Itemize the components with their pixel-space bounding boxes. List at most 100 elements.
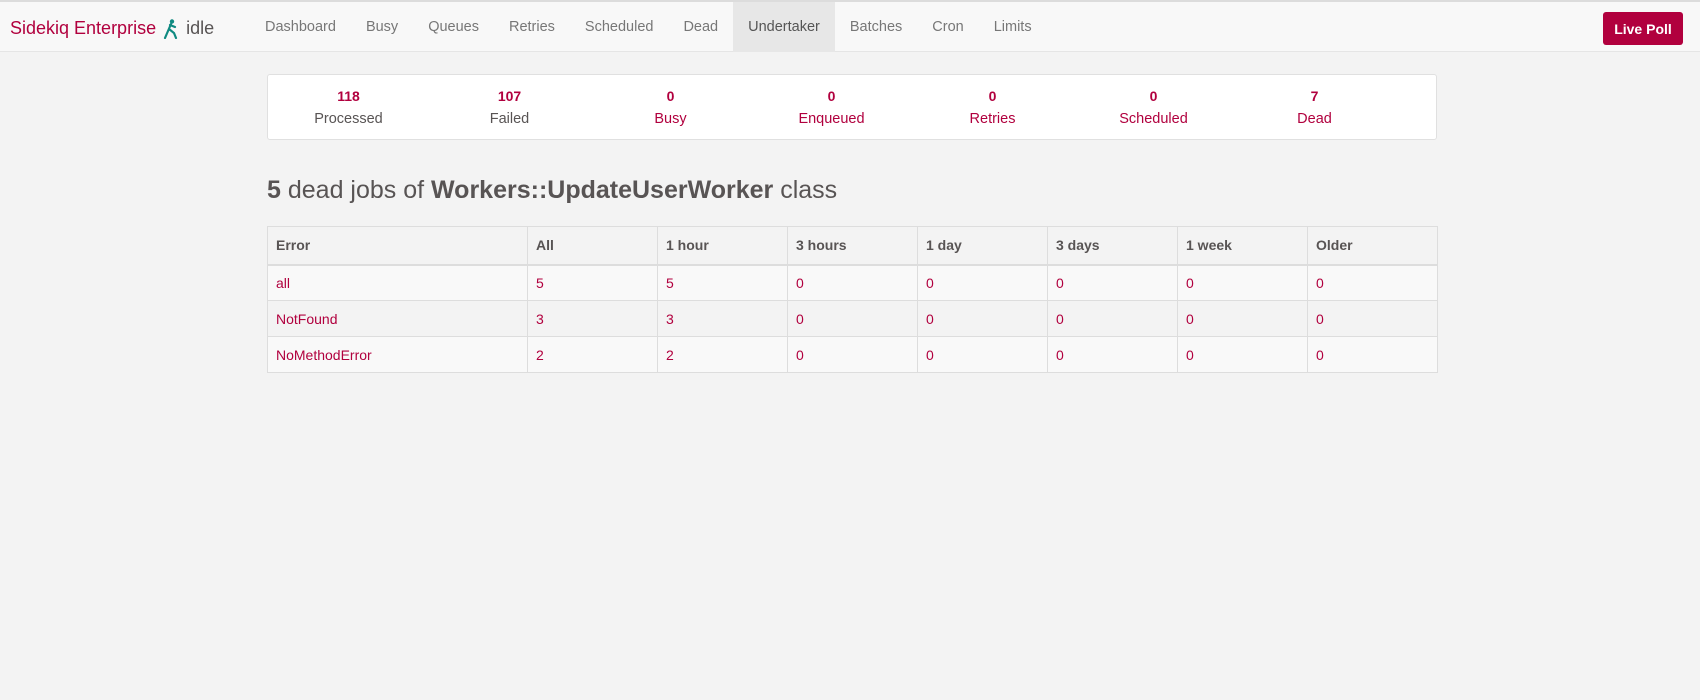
stat-count: 7 (1310, 88, 1319, 104)
nav-dead[interactable]: Dead (668, 2, 733, 52)
table-cell[interactable]: 0 (917, 336, 1048, 373)
count-link[interactable]: 0 (1316, 347, 1324, 363)
table-cell[interactable]: 0 (1307, 264, 1438, 301)
count-link[interactable]: 0 (796, 311, 804, 327)
brand-name[interactable]: Sidekiq Enterprise (10, 18, 156, 39)
count-link[interactable]: 0 (926, 347, 934, 363)
stat-label: Processed (314, 111, 383, 127)
count-link[interactable]: 0 (926, 275, 934, 291)
column-header: All (527, 226, 658, 266)
count-link[interactable]: 0 (1186, 311, 1194, 327)
stat-count: 0 (666, 88, 675, 104)
nav-retries[interactable]: Retries (494, 2, 570, 52)
stat-link-scheduled[interactable]: Scheduled (1073, 111, 1234, 127)
column-header: 1 day (917, 226, 1048, 266)
stat-enqueued[interactable]: 0 Enqueued (751, 88, 912, 127)
table-cell[interactable]: 0 (917, 264, 1048, 301)
table-cell[interactable]: 0 (787, 264, 918, 301)
count-link[interactable]: 5 (666, 275, 674, 291)
column-header: 3 hours (787, 226, 918, 266)
stat-processed: 118 Processed (268, 88, 429, 127)
stat-count: 118 (337, 88, 360, 104)
error-link[interactable]: NotFound (276, 311, 337, 327)
count-link[interactable]: 0 (1056, 275, 1064, 291)
heading-suffix: class (773, 176, 838, 204)
table-cell[interactable]: 0 (917, 300, 1048, 337)
table-cell[interactable]: 2 (527, 336, 658, 373)
table-cell[interactable]: 0 (1307, 336, 1438, 373)
stat-link-retries[interactable]: Retries (912, 111, 1073, 127)
status-text: idle (186, 18, 215, 38)
table-cell[interactable]: 5 (527, 264, 658, 301)
stat-link-enqueued[interactable]: Enqueued (751, 111, 912, 127)
table-cell[interactable]: 0 (787, 300, 918, 337)
table-cell[interactable]: all (267, 264, 528, 301)
table-row: all 5 5 0 0 0 0 0 (267, 264, 1438, 301)
column-header: 1 hour (657, 226, 788, 266)
nav-undertaker[interactable]: Undertaker (733, 2, 835, 52)
error-link[interactable]: all (276, 275, 290, 291)
column-header: 1 week (1177, 226, 1308, 266)
column-header: Older (1307, 226, 1438, 266)
table-cell[interactable]: 2 (657, 336, 788, 373)
count-link[interactable]: 2 (666, 347, 674, 363)
table-cell[interactable]: NoMethodError (267, 336, 528, 373)
count-link[interactable]: 0 (1056, 311, 1064, 327)
stat-busy[interactable]: 0 Busy (590, 88, 751, 127)
table-cell[interactable]: 0 (1047, 336, 1178, 373)
page-title: 5 dead jobs of Workers::UpdateUserWorker… (267, 176, 837, 205)
stat-label: Failed (489, 111, 530, 127)
worker-class-name: Workers::UpdateUserWorker (431, 176, 774, 204)
table-cell[interactable]: 0 (787, 336, 918, 373)
table-cell[interactable]: 3 (657, 300, 788, 337)
navbar: Sidekiq Enterprise idle Dashboard Busy Q… (0, 0, 1700, 52)
column-header: 3 days (1047, 226, 1178, 266)
stat-link-busy[interactable]: Busy (590, 111, 751, 127)
count-link[interactable]: 0 (1186, 347, 1194, 363)
heading-text: dead jobs of (280, 176, 432, 204)
nav-queues[interactable]: Queues (413, 2, 494, 52)
table-row: NotFound 3 3 0 0 0 0 0 (267, 300, 1438, 337)
table-cell[interactable]: 0 (1177, 264, 1308, 301)
table-cell[interactable]: 0 (1177, 336, 1308, 373)
table-cell[interactable]: 0 (1307, 300, 1438, 337)
table-cell[interactable]: 0 (1047, 264, 1178, 301)
nav-dashboard[interactable]: Dashboard (250, 2, 351, 52)
count-link[interactable]: 0 (1316, 311, 1324, 327)
nav-batches[interactable]: Batches (835, 2, 917, 52)
stat-count: 107 (497, 88, 522, 104)
table-row: NoMethodError 2 2 0 0 0 0 0 (267, 336, 1438, 373)
table-cell[interactable]: 0 (1177, 300, 1308, 337)
nav-scheduled[interactable]: Scheduled (570, 2, 669, 52)
stat-dead[interactable]: 7 Dead (1234, 88, 1395, 127)
count-link[interactable]: 0 (1056, 347, 1064, 363)
count-link[interactable]: 0 (1316, 275, 1324, 291)
main-nav: Dashboard Busy Queues Retries Scheduled … (250, 2, 1047, 52)
stat-scheduled[interactable]: 0 Scheduled (1073, 88, 1234, 127)
count-link[interactable]: 0 (1186, 275, 1194, 291)
stat-count: 0 (1149, 88, 1158, 104)
count-link[interactable]: 3 (666, 311, 674, 327)
table-cell[interactable]: 3 (527, 300, 658, 337)
count-link[interactable]: 5 (536, 275, 544, 291)
nav-cron[interactable]: Cron (917, 2, 978, 52)
table-cell[interactable]: 0 (1047, 300, 1178, 337)
count-link[interactable]: 2 (536, 347, 544, 363)
stat-count: 0 (827, 88, 836, 104)
stat-link-dead[interactable]: Dead (1234, 111, 1395, 127)
count-link[interactable]: 3 (536, 311, 544, 327)
table-header-row: Error All 1 hour 3 hours 1 day 3 days 1 … (267, 226, 1438, 266)
nav-limits[interactable]: Limits (979, 2, 1047, 52)
error-link[interactable]: NoMethodError (276, 347, 372, 363)
stat-count: 0 (988, 88, 997, 104)
count-link[interactable]: 0 (926, 311, 934, 327)
stat-retries[interactable]: 0 Retries (912, 88, 1073, 127)
brand[interactable]: Sidekiq Enterprise idle (10, 18, 214, 39)
stat-failed: 107 Failed (429, 88, 590, 127)
nav-busy[interactable]: Busy (351, 2, 413, 52)
table-cell[interactable]: 5 (657, 264, 788, 301)
table-cell[interactable]: NotFound (267, 300, 528, 337)
live-poll-button[interactable]: Live Poll (1603, 12, 1683, 45)
count-link[interactable]: 0 (796, 275, 804, 291)
count-link[interactable]: 0 (796, 347, 804, 363)
